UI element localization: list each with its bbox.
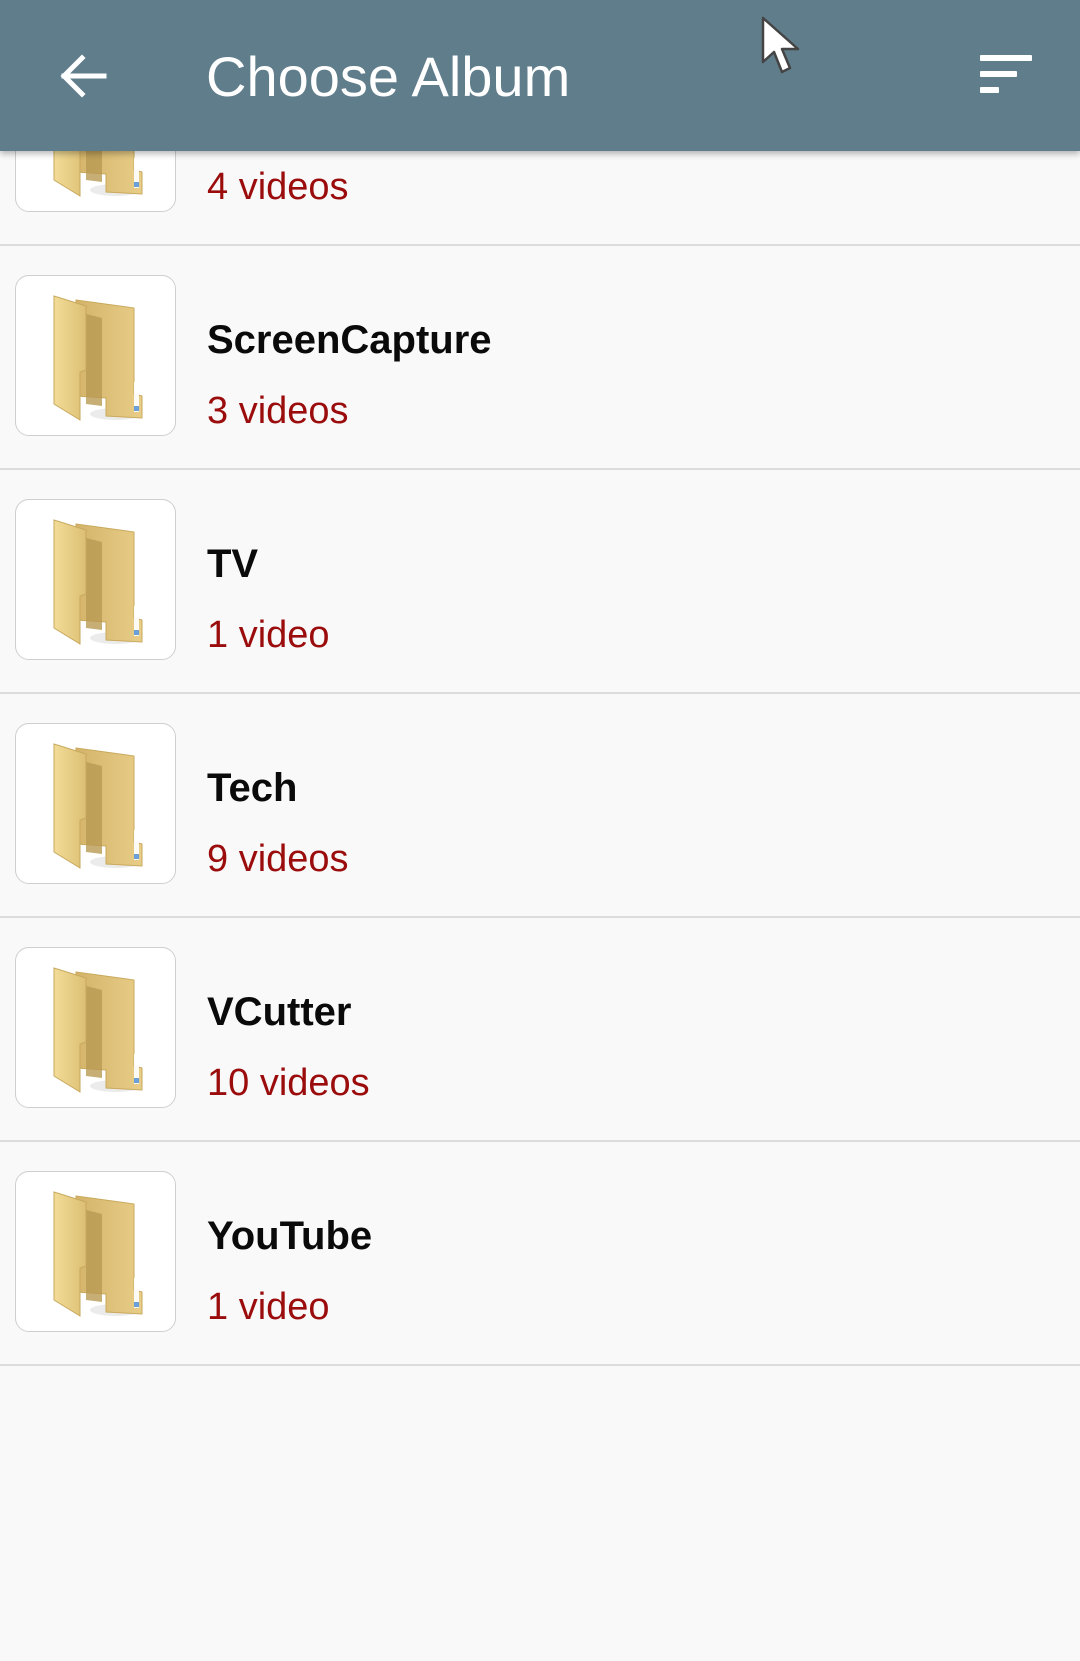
album-thumbnail (15, 499, 176, 660)
album-video-count: 3 videos (207, 390, 349, 432)
folder-icon (53, 1190, 142, 1317)
arrow-left-icon (60, 54, 107, 98)
folder-icon (53, 294, 142, 421)
album-list-item[interactable]: ScreenCapture 3 videos (0, 246, 1080, 470)
folder-icon (53, 966, 142, 1093)
album-name: TV (207, 542, 259, 586)
album-list-item[interactable]: Tech 9 videos (0, 694, 1080, 918)
back-button[interactable] (48, 44, 118, 108)
album-list: 4 videos ScreenCapture 3 videos TV 1 vid… (0, 0, 1080, 1366)
album-list-item[interactable]: TV 1 video (0, 470, 1080, 694)
album-list-item[interactable]: VCutter 10 videos (0, 918, 1080, 1142)
folder-icon (53, 518, 142, 645)
app-bar: Choose Album (0, 0, 1080, 151)
album-video-count: 10 videos (207, 1062, 370, 1104)
album-list-item[interactable]: YouTube 1 video (0, 1142, 1080, 1366)
album-video-count: 1 video (207, 614, 330, 656)
album-video-count: 1 video (207, 1286, 330, 1328)
album-video-count: 9 videos (207, 838, 349, 880)
album-name: VCutter (207, 990, 352, 1034)
sort-button[interactable] (960, 46, 1040, 106)
album-video-count: 4 videos (207, 166, 349, 208)
album-thumbnail (15, 947, 176, 1108)
album-thumbnail (15, 1171, 176, 1332)
album-name: YouTube (207, 1214, 373, 1258)
album-name: ScreenCapture (207, 318, 492, 362)
album-thumbnail (15, 723, 176, 884)
album-thumbnail (15, 275, 176, 436)
album-name: Tech (207, 766, 298, 810)
page-title: Choose Album (206, 45, 571, 108)
folder-icon (53, 742, 142, 869)
